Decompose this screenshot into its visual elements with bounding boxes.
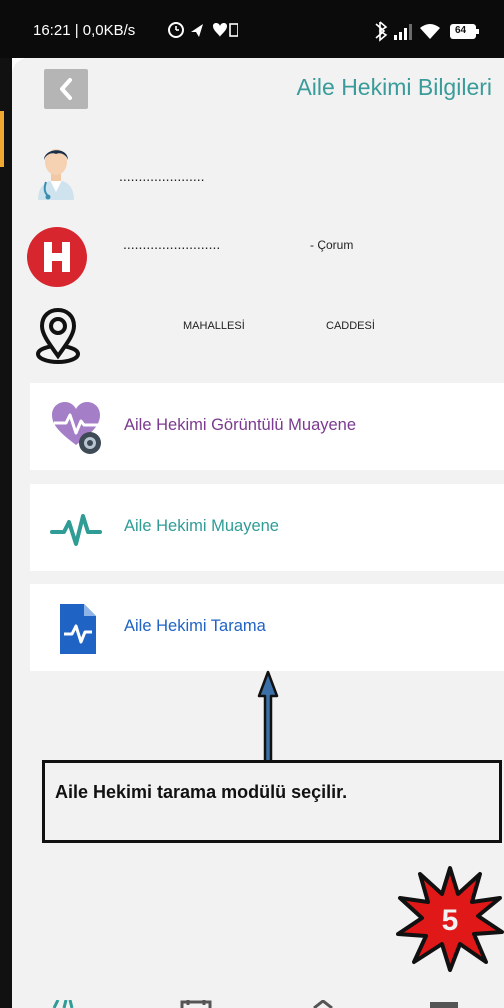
annotation-text: Aile Hekimi tarama modülü seçilir. bbox=[55, 782, 348, 802]
menu-icon[interactable] bbox=[428, 1000, 460, 1008]
annotation-box: Aile Hekimi tarama modülü seçilir. bbox=[42, 760, 502, 843]
battery-level: 64 bbox=[455, 25, 467, 36]
app-screen: Aile Hekimi Bilgileri ..................… bbox=[12, 58, 504, 1008]
page-title: Aile Hekimi Bilgileri bbox=[296, 74, 492, 100]
chevron-left-icon bbox=[60, 78, 72, 100]
address-street: CADDESİ bbox=[326, 320, 375, 332]
screening-label: Aile Hekimi Tarama bbox=[124, 617, 266, 635]
doctor-name: ...................... bbox=[119, 168, 205, 184]
address-neighborhood: MAHALLESİ bbox=[183, 320, 245, 332]
status-bar: 16:21 | 0,0KB/s 64 bbox=[0, 0, 504, 58]
status-time: 16:21 | 0,0KB/s bbox=[33, 22, 136, 39]
doctor-avatar-icon bbox=[38, 149, 74, 200]
step-badge-number: 5 bbox=[442, 904, 459, 937]
exam-label: Aile Hekimi Muayene bbox=[124, 517, 279, 535]
hospital-h-icon bbox=[27, 227, 87, 287]
video-exam-card[interactable]: Aile Hekimi Görüntülü Muayene bbox=[30, 383, 504, 470]
step-badge-burst: 5 bbox=[396, 866, 504, 972]
status-notification-icons bbox=[168, 22, 238, 38]
home-icon[interactable] bbox=[50, 1000, 80, 1008]
hospital-city: - Çorum bbox=[310, 238, 354, 252]
up-icon[interactable] bbox=[308, 1000, 338, 1008]
heartbeat-icon bbox=[50, 514, 102, 546]
hospital-name: ......................... bbox=[123, 236, 221, 252]
back-button[interactable] bbox=[44, 69, 88, 109]
location-pin-icon bbox=[36, 308, 80, 364]
left-edge bbox=[0, 58, 12, 1008]
bottom-nav bbox=[0, 1000, 504, 1008]
heart-camera-icon bbox=[52, 402, 101, 454]
exam-card[interactable]: Aile Hekimi Muayene bbox=[30, 484, 504, 571]
video-exam-label: Aile Hekimi Görüntülü Muayene bbox=[124, 416, 357, 434]
calendar-icon[interactable] bbox=[178, 1000, 214, 1008]
document-pulse-icon bbox=[60, 604, 96, 654]
screening-card[interactable]: Aile Hekimi Tarama bbox=[30, 584, 504, 671]
